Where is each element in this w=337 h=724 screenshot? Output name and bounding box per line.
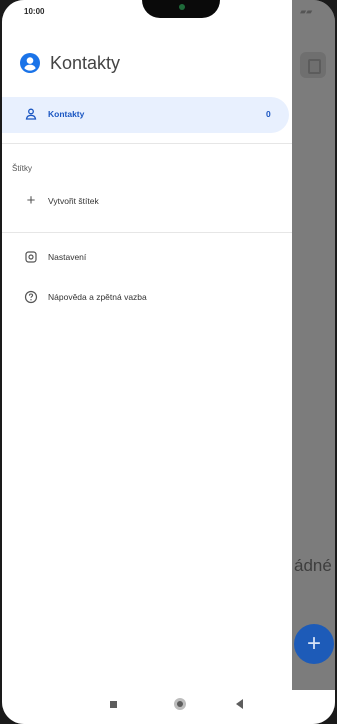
sidebar-item-help[interactable]: Nápověda a zpětná vazba	[2, 284, 289, 312]
sidebar-item-create-label[interactable]: + Vytvořit štítek	[2, 188, 289, 216]
background-toolbar-icon	[300, 52, 326, 78]
background-empty-text: ádné	[294, 556, 332, 575]
help-circle-icon	[24, 290, 38, 304]
back-button[interactable]	[236, 699, 243, 709]
contacts-count: 0	[266, 109, 271, 119]
sidebar-item-settings[interactable]: Nastavení	[2, 244, 289, 272]
battery-icon: ▰▰	[300, 7, 313, 16]
drawer-header: Kontakty	[20, 48, 120, 78]
phone-screen: ádné + Kontakty Kontakty 0 Štítky + Vytv…	[2, 0, 335, 724]
sidebar-item-label: Kontakty	[48, 109, 85, 119]
add-contact-fab[interactable]: +	[294, 624, 334, 664]
camera-icon	[179, 4, 185, 10]
gear-icon	[25, 251, 37, 263]
sidebar-item-label: Nápověda a zpětná vazba	[48, 292, 147, 302]
sidebar-item-contacts[interactable]: Kontakty 0	[2, 97, 289, 133]
plus-icon: +	[26, 192, 36, 209]
system-nav-bar	[2, 690, 335, 724]
app-title: Kontakty	[50, 52, 121, 73]
home-button[interactable]	[174, 698, 186, 710]
person-outline-icon	[25, 108, 37, 120]
account-circle-icon	[20, 53, 40, 73]
sidebar-item-label: Vytvořit štítek	[48, 196, 99, 206]
divider	[2, 143, 292, 144]
camera-notch	[142, 0, 220, 18]
divider	[2, 232, 292, 233]
sidebar-item-label: Nastavení	[48, 252, 87, 262]
status-bar: 10:00 ▰▰	[2, 0, 335, 24]
navigation-drawer: Kontakty Kontakty 0 Štítky + Vytvořit št…	[2, 0, 292, 690]
labels-section-header: Štítky	[12, 164, 33, 173]
status-time: 10:00	[24, 7, 45, 16]
recents-button[interactable]	[110, 701, 117, 708]
